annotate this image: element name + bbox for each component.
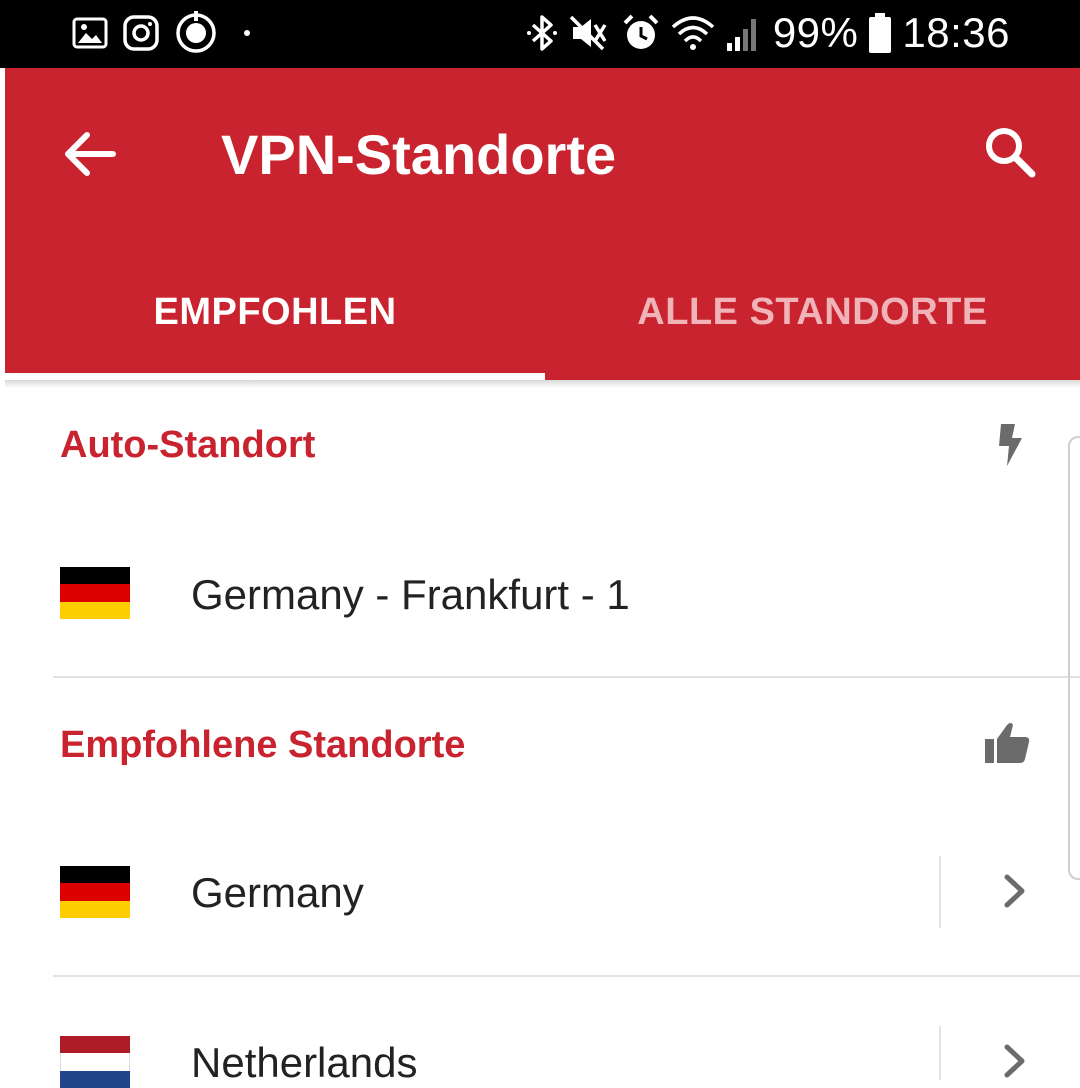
wifi-icon xyxy=(671,13,715,53)
divider xyxy=(53,975,1080,977)
list-item-germany[interactable]: Germany xyxy=(0,838,1080,948)
battery-icon xyxy=(868,12,892,54)
dot-icon xyxy=(232,18,262,48)
location-label: Netherlands xyxy=(191,1039,418,1086)
germany-flag-icon xyxy=(60,567,130,619)
search-button[interactable] xyxy=(970,114,1050,194)
list-item-germany-frankfurt-1[interactable]: Germany - Frankfurt - 1 xyxy=(0,540,1080,650)
alarm-icon xyxy=(621,13,661,53)
netherlands-flag-icon xyxy=(60,1036,130,1088)
section-header-recommended-locations: Empfohlene Standorte xyxy=(60,724,466,766)
status-right-icons: 99% 18:36 xyxy=(525,8,1010,58)
tab-all-locations[interactable]: ALLE STANDORTE xyxy=(545,262,1080,362)
arrow-left-icon xyxy=(63,131,117,182)
mute-icon xyxy=(569,13,611,53)
lightning-bolt-icon xyxy=(990,420,1030,470)
app-bar-shadow xyxy=(5,380,1080,388)
image-icon xyxy=(72,15,108,51)
tab-recommended[interactable]: EMPFOHLEN xyxy=(5,262,545,362)
signal-icon xyxy=(725,13,763,53)
bluetooth-icon xyxy=(525,13,559,53)
germany-flag-icon xyxy=(60,866,130,918)
battery-percent: 99% xyxy=(772,9,859,56)
thumbs-up-icon xyxy=(982,718,1032,768)
location-label: Germany - Frankfurt - 1 xyxy=(191,571,630,618)
target-icon xyxy=(174,11,218,55)
scroll-edge xyxy=(1068,436,1080,880)
instagram-icon xyxy=(122,14,160,52)
divider xyxy=(53,676,1080,678)
row-separator xyxy=(939,856,941,928)
status-time: 18:36 xyxy=(902,9,1010,56)
chevron-right-icon[interactable] xyxy=(990,1036,1040,1086)
location-label: Germany xyxy=(191,869,364,916)
back-button[interactable] xyxy=(50,116,130,196)
page-title: VPN-Standorte xyxy=(221,123,617,186)
row-separator xyxy=(939,1026,941,1080)
status-left-icons xyxy=(72,10,262,56)
chevron-right-icon[interactable] xyxy=(990,866,1040,916)
tab-indicator xyxy=(5,373,545,380)
status-bar: 99% 18:36 xyxy=(0,0,1080,68)
search-icon xyxy=(982,124,1038,185)
section-header-auto-location: Auto-Standort xyxy=(60,424,316,466)
list-item-netherlands[interactable]: Netherlands xyxy=(0,1008,1080,1088)
